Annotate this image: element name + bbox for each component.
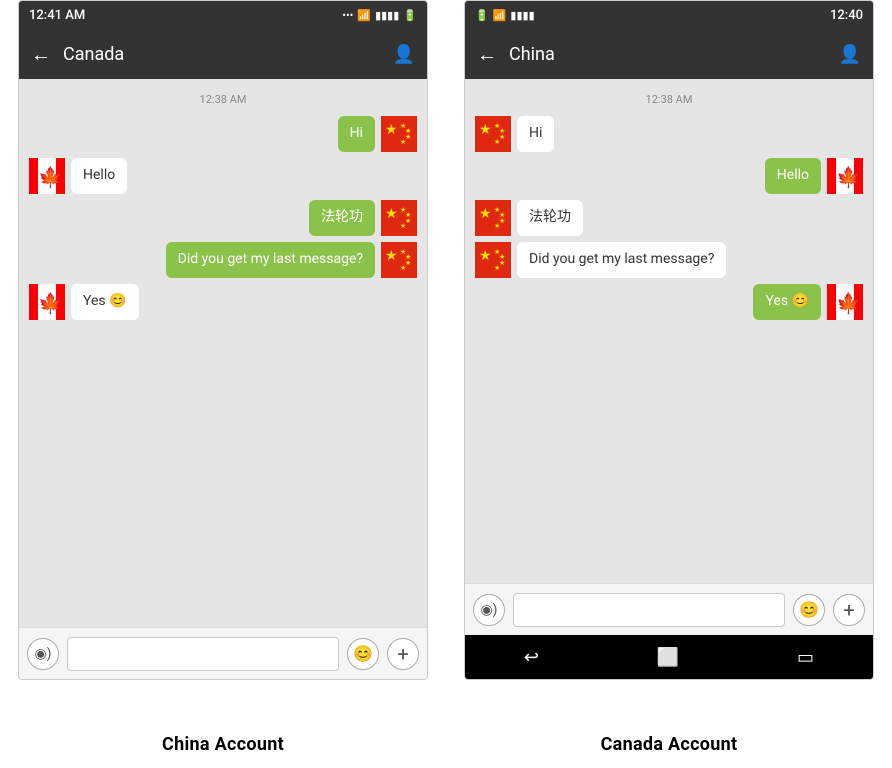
svg-text:★: ★ <box>494 264 500 272</box>
right-msg-4-bubble: Did you get my last message? <box>517 242 726 278</box>
left-text-input[interactable] <box>67 637 339 671</box>
left-msg-5-flag: 🍁 <box>29 284 65 320</box>
left-msg-2: 🍁 Hello <box>29 158 417 194</box>
svg-text:★: ★ <box>400 222 406 230</box>
right-msg-1-bubble: Hi <box>517 116 554 152</box>
right-msg-1: ★ ★ ★ ★ ★ Hi <box>475 116 863 152</box>
right-battery-icon: 🔋 <box>475 9 489 22</box>
right-status-bar: 🔋 📶 ▮▮▮▮ 12:40 <box>465 1 873 29</box>
svg-text:★: ★ <box>400 264 406 272</box>
left-msg-1-bubble: Hi <box>338 116 375 152</box>
right-add-button[interactable]: + <box>833 594 865 626</box>
dots-icon: ••• <box>342 9 353 22</box>
right-text-input[interactable] <box>513 593 785 627</box>
left-input-bar: ◉) 😊 + <box>19 627 427 679</box>
left-msg-1: ★ ★ ★ ★ ★ Hi <box>29 116 417 152</box>
left-msg-1-flag: ★ ★ ★ ★ ★ <box>381 116 417 152</box>
android-home-button[interactable]: ⬜ <box>657 647 679 668</box>
left-back-button[interactable]: ← <box>31 42 51 67</box>
right-emoji-button[interactable]: 😊 <box>793 594 825 626</box>
svg-text:★: ★ <box>494 222 500 230</box>
svg-text:★: ★ <box>494 138 500 146</box>
right-msg-4-flag: ★ ★ ★ ★ ★ <box>475 242 511 278</box>
svg-text:★: ★ <box>385 248 398 264</box>
right-status-icons-left: 🔋 📶 ▮▮▮▮ <box>475 9 535 22</box>
wifi-icon: 📶 <box>357 9 371 22</box>
right-caption: Canada Account <box>446 720 892 768</box>
svg-text:🍁: 🍁 <box>836 291 861 315</box>
right-msg-3-flag: ★ ★ ★ ★ ★ <box>475 200 511 236</box>
left-msg-3-bubble: 法轮功 <box>309 200 375 236</box>
right-timestamp: 12:38 AM <box>475 93 863 106</box>
left-chat-title: Canada <box>63 44 381 65</box>
left-emoji-button[interactable]: 😊 <box>347 638 379 670</box>
svg-text:🍁: 🍁 <box>836 165 861 189</box>
caption-row: China Account Canada Account <box>0 720 892 768</box>
left-time: 12:41 AM <box>29 8 85 23</box>
left-add-button[interactable]: + <box>387 638 419 670</box>
right-nav-bar: ← China 👤 <box>465 29 873 79</box>
android-back-button[interactable]: ↩ <box>524 647 539 668</box>
right-phone: 🔋 📶 ▮▮▮▮ 12:40 ← China 👤 12:38 AM <box>464 0 874 680</box>
left-status-bar: 12:41 AM ••• 📶 ▮▮▮▮ 🔋 <box>19 1 427 29</box>
right-msg-2-flag: 🍁 <box>827 158 863 194</box>
right-msg-3: ★ ★ ★ ★ ★ 法轮功 <box>475 200 863 236</box>
right-msg-3-bubble: 法轮功 <box>517 200 583 236</box>
svg-text:★: ★ <box>400 138 406 146</box>
right-signal-icon: ▮▮▮▮ <box>510 9 534 22</box>
right-android-nav: ↩ ⬜ ▭ <box>465 635 873 679</box>
left-msg-4-flag: ★ ★ ★ ★ ★ <box>381 242 417 278</box>
left-phone: 12:41 AM ••• 📶 ▮▮▮▮ 🔋 ← Canada 👤 12:38 A… <box>18 0 428 680</box>
left-msg-5-bubble: Yes 😊 <box>71 284 139 320</box>
battery-icon: 🔋 <box>403 9 417 22</box>
right-chat-area: 12:38 AM ★ ★ ★ ★ ★ Hi <box>465 79 873 583</box>
right-msg-5-bubble: Yes 😊 <box>753 284 821 320</box>
left-phone-wrapper: 12:41 AM ••• 📶 ▮▮▮▮ 🔋 ← Canada 👤 12:38 A… <box>0 0 446 720</box>
svg-text:★: ★ <box>479 206 492 222</box>
signal-icon: ▮▮▮▮ <box>375 9 399 22</box>
right-input-bar: ◉) 😊 + <box>465 583 873 635</box>
right-chat-title: China <box>509 44 827 65</box>
right-time: 12:40 <box>830 8 863 23</box>
right-msg-5: 🍁 Yes 😊 <box>475 284 863 320</box>
right-msg-5-flag: 🍁 <box>827 284 863 320</box>
left-msg-4: ★ ★ ★ ★ ★ Did you get my last message? <box>29 242 417 278</box>
right-wifi-icon: 📶 <box>493 9 507 22</box>
left-nav-bar: ← Canada 👤 <box>19 29 427 79</box>
right-msg-2: 🍁 Hello <box>475 158 863 194</box>
right-phone-wrapper: 🔋 📶 ▮▮▮▮ 12:40 ← China 👤 12:38 AM <box>446 0 892 720</box>
left-profile-icon[interactable]: 👤 <box>393 44 415 65</box>
svg-text:★: ★ <box>479 248 492 264</box>
right-msg-4: ★ ★ ★ ★ ★ Did you get my last message? <box>475 242 863 278</box>
left-timestamp: 12:38 AM <box>29 93 417 106</box>
left-msg-5: 🍁 Yes 😊 <box>29 284 417 320</box>
left-caption: China Account <box>0 720 446 768</box>
right-profile-icon[interactable]: 👤 <box>839 44 861 65</box>
svg-text:★: ★ <box>385 206 398 222</box>
left-msg-4-bubble: Did you get my last message? <box>166 242 375 278</box>
left-msg-3: ★ ★ ★ ★ ★ 法轮功 <box>29 200 417 236</box>
right-voice-button[interactable]: ◉) <box>473 594 505 626</box>
left-voice-button[interactable]: ◉) <box>27 638 59 670</box>
android-recents-button[interactable]: ▭ <box>797 647 814 668</box>
svg-text:★: ★ <box>385 122 398 138</box>
left-status-icons: ••• 📶 ▮▮▮▮ 🔋 <box>342 9 417 22</box>
right-back-button[interactable]: ← <box>477 42 497 67</box>
left-chat-area: 12:38 AM ★ ★ ★ ★ ★ Hi <box>19 79 427 627</box>
svg-text:🍁: 🍁 <box>38 291 63 315</box>
left-msg-3-flag: ★ ★ ★ ★ ★ <box>381 200 417 236</box>
svg-text:🍁: 🍁 <box>38 165 63 189</box>
right-msg-1-flag: ★ ★ ★ ★ ★ <box>475 116 511 152</box>
left-msg-2-bubble: Hello <box>71 158 127 194</box>
right-msg-2-bubble: Hello <box>765 158 821 194</box>
left-msg-2-flag: 🍁 <box>29 158 65 194</box>
svg-text:★: ★ <box>479 122 492 138</box>
